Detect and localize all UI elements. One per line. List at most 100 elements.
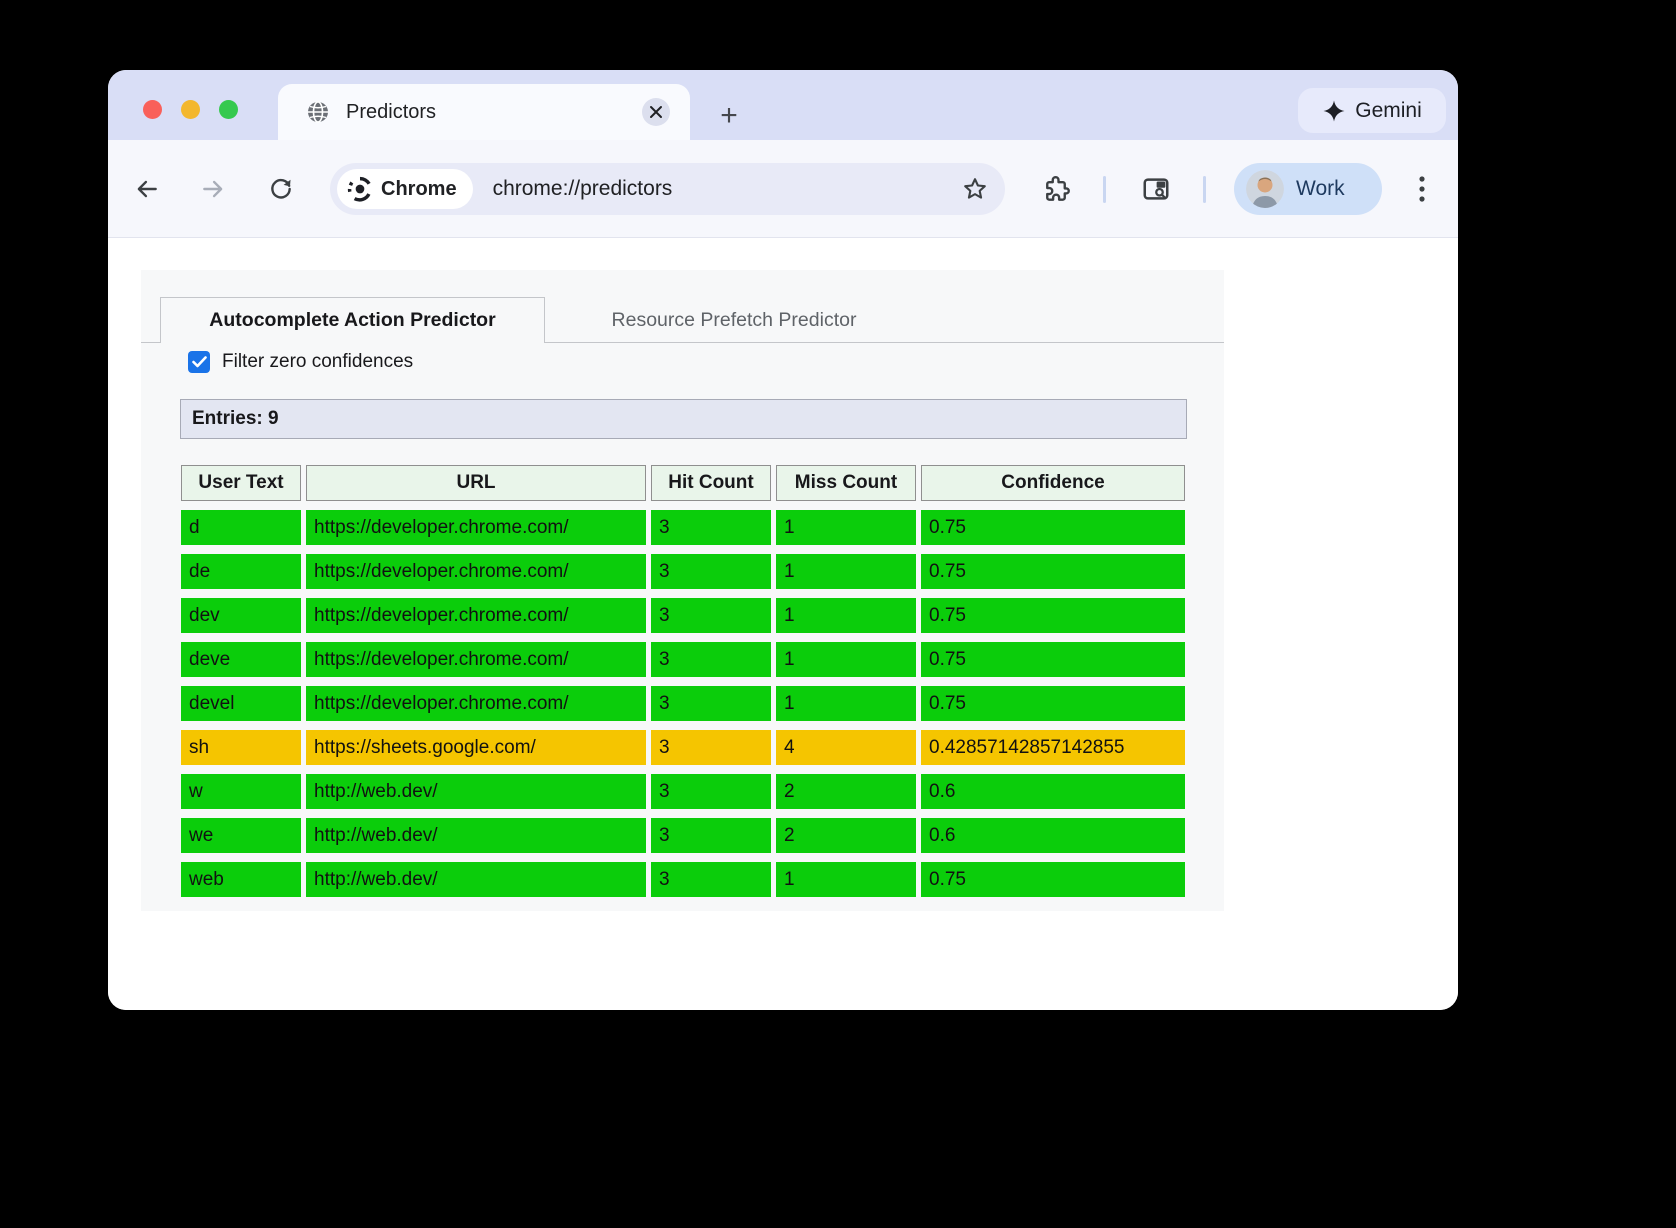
table-cell-user-text: web xyxy=(181,862,301,897)
back-button[interactable] xyxy=(127,169,167,209)
avatar xyxy=(1246,170,1284,208)
tab-autocomplete-action-predictor[interactable]: Autocomplete Action Predictor xyxy=(160,297,545,343)
table-cell-confidence: 0.75 xyxy=(921,554,1185,589)
table-cell-hit-count: 3 xyxy=(651,642,771,677)
table-cell-hit-count: 3 xyxy=(651,598,771,633)
bookmark-star-icon[interactable] xyxy=(959,173,991,205)
page-viewport: Autocomplete Action Predictor Resource P… xyxy=(108,239,1458,1010)
globe-icon xyxy=(306,100,330,124)
profile-label: Work xyxy=(1296,177,1345,201)
profile-button[interactable]: Work xyxy=(1234,163,1382,215)
gemini-button[interactable]: Gemini xyxy=(1298,88,1446,133)
table-cell-miss-count: 1 xyxy=(776,642,916,677)
table-cell-url: https://developer.chrome.com/ xyxy=(306,510,646,545)
table-cell-hit-count: 3 xyxy=(651,686,771,721)
table-cell-user-text: devel xyxy=(181,686,301,721)
table-cell-user-text: sh xyxy=(181,730,301,765)
predictors-page: Autocomplete Action Predictor Resource P… xyxy=(141,270,1224,911)
navigation-toolbar: Chrome chrome://predictors xyxy=(108,140,1458,238)
table-cell-miss-count: 4 xyxy=(776,730,916,765)
filter-checkbox-label[interactable]: Filter zero confidences xyxy=(222,351,413,373)
browser-tab-predictors[interactable]: Predictors xyxy=(278,84,690,140)
minimize-window-button[interactable] xyxy=(181,100,200,119)
table-cell-url: https://developer.chrome.com/ xyxy=(306,642,646,677)
table-cell-user-text: dev xyxy=(181,598,301,633)
new-tab-button[interactable]: + xyxy=(708,95,750,137)
table-cell-miss-count: 1 xyxy=(776,598,916,633)
table-cell-user-text: we xyxy=(181,818,301,853)
table-cell-hit-count: 3 xyxy=(651,774,771,809)
entries-count-bar: Entries: 9 xyxy=(180,399,1187,439)
chrome-logo-icon xyxy=(347,176,373,202)
table-cell-miss-count: 2 xyxy=(776,774,916,809)
table-cell-url: https://sheets.google.com/ xyxy=(306,730,646,765)
table-cell-url: https://developer.chrome.com/ xyxy=(306,686,646,721)
table-cell-hit-count: 3 xyxy=(651,818,771,853)
forward-button[interactable] xyxy=(193,169,233,209)
table-cell-miss-count: 1 xyxy=(776,862,916,897)
table-cell-confidence: 0.6 xyxy=(921,774,1185,809)
table-cell-miss-count: 1 xyxy=(776,686,916,721)
table-cell-user-text: d xyxy=(181,510,301,545)
gemini-label: Gemini xyxy=(1355,99,1422,123)
toolbar-divider xyxy=(1203,176,1206,203)
table-cell-confidence: 0.75 xyxy=(921,598,1185,633)
filter-zero-confidences-checkbox[interactable] xyxy=(188,351,210,373)
search-side-panel-icon[interactable] xyxy=(1136,169,1176,209)
entries-count-label: Entries: 9 xyxy=(192,408,279,430)
table-cell-miss-count: 1 xyxy=(776,554,916,589)
close-window-button[interactable] xyxy=(143,100,162,119)
browser-window: Predictors + Gemini xyxy=(108,70,1458,1010)
header-confidence: Confidence xyxy=(921,465,1185,501)
extensions-icon[interactable] xyxy=(1036,169,1076,209)
table-cell-confidence: 0.75 xyxy=(921,510,1185,545)
table-cell-hit-count: 3 xyxy=(651,730,771,765)
table-row: devhttps://developer.chrome.com/310.75 xyxy=(181,598,1185,633)
table-cell-hit-count: 3 xyxy=(651,510,771,545)
tab-title: Predictors xyxy=(346,101,436,124)
table-cell-miss-count: 2 xyxy=(776,818,916,853)
table-row: whttp://web.dev/320.6 xyxy=(181,774,1185,809)
inactive-tab-label: Resource Prefetch Predictor xyxy=(612,309,857,332)
tab-resource-prefetch-predictor[interactable]: Resource Prefetch Predictor xyxy=(569,297,899,343)
table-row: webhttp://web.dev/310.75 xyxy=(181,862,1185,897)
table-row: shhttps://sheets.google.com/340.42857142… xyxy=(181,730,1185,765)
reload-button[interactable] xyxy=(261,169,301,209)
table-cell-hit-count: 3 xyxy=(651,862,771,897)
table-cell-confidence: 0.6 xyxy=(921,818,1185,853)
desktop-background: Predictors + Gemini xyxy=(0,0,1676,1228)
toolbar-divider xyxy=(1103,176,1106,203)
header-hit-count: Hit Count xyxy=(651,465,771,501)
table-row: wehttp://web.dev/320.6 xyxy=(181,818,1185,853)
active-tab-label: Autocomplete Action Predictor xyxy=(209,309,495,332)
more-menu-icon[interactable] xyxy=(1404,169,1440,209)
table-cell-url: https://developer.chrome.com/ xyxy=(306,598,646,633)
header-miss-count: Miss Count xyxy=(776,465,916,501)
table-cell-user-text: w xyxy=(181,774,301,809)
tab-strip: Predictors + Gemini xyxy=(108,70,1458,140)
table-cell-url: http://web.dev/ xyxy=(306,862,646,897)
table-cell-confidence: 0.75 xyxy=(921,862,1185,897)
table-cell-url: http://web.dev/ xyxy=(306,818,646,853)
table-cell-confidence: 0.75 xyxy=(921,642,1185,677)
address-bar[interactable]: Chrome chrome://predictors xyxy=(330,163,1005,215)
table-row: develhttps://developer.chrome.com/310.75 xyxy=(181,686,1185,721)
filter-row: Filter zero confidences xyxy=(188,351,413,373)
table-cell-url: https://developer.chrome.com/ xyxy=(306,554,646,589)
predictors-table: User Text URL Hit Count Miss Count Confi… xyxy=(176,456,1190,906)
table-row: dehttps://developer.chrome.com/310.75 xyxy=(181,554,1185,589)
maximize-window-button[interactable] xyxy=(219,100,238,119)
url-text[interactable]: chrome://predictors xyxy=(493,177,673,201)
close-tab-icon[interactable] xyxy=(642,98,670,126)
header-url: URL xyxy=(306,465,646,501)
chrome-site-chip[interactable]: Chrome xyxy=(337,169,473,209)
sparkle-icon xyxy=(1322,99,1346,123)
table-header-row: User Text URL Hit Count Miss Count Confi… xyxy=(181,465,1185,501)
table-cell-user-text: de xyxy=(181,554,301,589)
table-cell-user-text: deve xyxy=(181,642,301,677)
table-cell-confidence: 0.75 xyxy=(921,686,1185,721)
chip-label: Chrome xyxy=(381,178,457,201)
table-row: dhttps://developer.chrome.com/310.75 xyxy=(181,510,1185,545)
table-cell-miss-count: 1 xyxy=(776,510,916,545)
table-cell-confidence: 0.42857142857142855 xyxy=(921,730,1185,765)
